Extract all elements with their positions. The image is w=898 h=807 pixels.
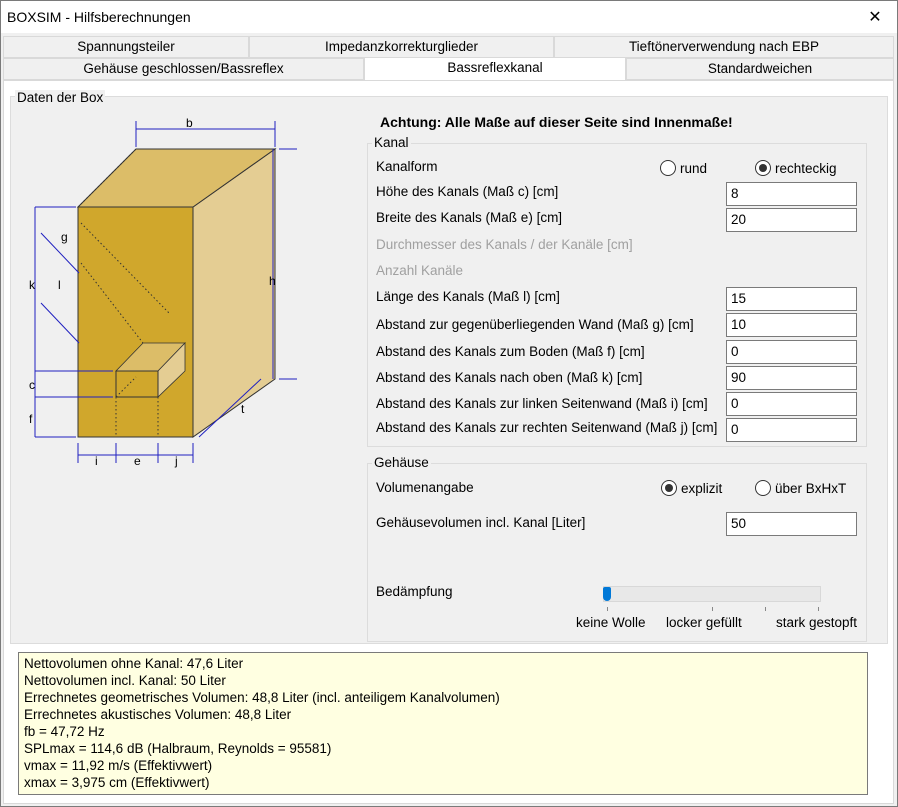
abstand-g-input[interactable]: 10 [726,313,857,337]
breite-input[interactable]: 20 [726,208,857,232]
port-opening [115,370,159,398]
abstand-k-input[interactable]: 90 [726,366,857,390]
dim-label-c: c [29,378,35,392]
dim-label-j: j [174,454,178,468]
result-line: Errechnetes akustisches Volumen: 48,8 Li… [24,707,292,722]
scale-high-label: stark gestopft [776,615,858,630]
result-line: Nettovolumen incl. Kanal: 50 Liter [24,673,226,688]
result-line: SPLmax = 114,6 dB (Halbraum, Reynolds = … [24,741,332,756]
tab-impedanzkorrekturglieder[interactable]: Impedanzkorrekturglieder [249,36,554,58]
result-line: xmax = 3,975 cm (Effektivwert) [24,775,210,790]
kanalform-label: Kanalform [376,159,438,174]
dim-label-h: h [269,274,276,288]
radio-rund[interactable]: rund [660,160,707,176]
slider-tick [607,607,608,611]
radio-rechteckig-label: rechteckig [775,160,837,176]
slider-tick [765,607,766,611]
radio-explizit[interactable]: explizit [661,480,722,496]
abstand-f-input[interactable]: 0 [726,340,857,364]
abstand-j-input[interactable]: 0 [726,418,857,442]
gehaeuse-group-label: Gehäuse [372,455,431,470]
slider-tick [712,607,713,611]
dim-label-k: k [29,278,36,292]
dialog-window: BOXSIM - Hilfsberechnungen ✕ Spannungste… [0,0,898,807]
radio-rund-label: rund [680,160,708,176]
slider-tick [818,607,819,611]
warning-text: Achtung: Alle Maße auf dieser Seite sind… [380,114,733,130]
radio-rechteckig[interactable]: rechteckig [755,160,837,176]
dim-label-g: g [61,230,68,244]
laenge-label: Länge des Kanals (Maß l) [cm] [376,289,560,304]
abstand-j-label: Abstand des Kanals zur rechten Seitenwan… [376,420,718,435]
daempfung-label: Bedämpfung [376,584,453,599]
gehaeusevolumen-input[interactable]: 50 [726,512,857,536]
box-diagram: b h t g k l c f i e j [29,116,297,468]
dim-label-t: t [241,402,245,416]
dim-label-i: i [95,454,98,468]
breite-label: Breite des Kanals (Maß e) [cm] [376,210,563,225]
tab-row-2: Gehäuse geschlossen/Bassreflex Bassrefle… [3,57,894,81]
hoehe-input[interactable]: 8 [726,182,857,206]
result-line: Nettovolumen ohne Kanal: 47,6 Liter [24,656,244,671]
scale-mid-label: locker gefüllt [666,615,742,630]
radio-rechteckig-circle [755,160,771,176]
radio-explizit-circle [661,480,677,496]
dim-label-b: b [186,116,193,130]
scale-low-label: keine Wolle [576,615,646,630]
tab-standardweichen[interactable]: Standardweichen [626,58,894,80]
abstand-i-label: Abstand des Kanals zur linken Seitenwand… [376,396,708,411]
abstand-i-input[interactable]: 0 [726,392,857,416]
close-icon: ✕ [868,9,882,26]
tab-tieftoenerverwendung[interactable]: Tieftönerverwendung nach EBP [554,36,894,58]
radio-explizit-label: explizit [681,480,723,496]
daempfung-slider-thumb[interactable] [603,587,611,601]
box-data-label: Daten der Box [15,90,106,105]
daempfung-slider-track[interactable] [603,586,821,602]
title-bar: BOXSIM - Hilfsberechnungen ✕ [1,1,897,33]
dim-label-f: f [29,412,33,426]
abstand-k-label: Abstand des Kanals nach oben (Maß k) [cm… [376,370,643,385]
tab-gehaeuse[interactable]: Gehäuse geschlossen/Bassreflex [3,58,364,80]
dim-label-l: l [58,278,61,292]
result-line: fb = 47,72 Hz [24,724,105,739]
tab-row-1: Spannungsteiler Impedanzkorrekturglieder… [3,36,894,58]
result-line: vmax = 11,92 m/s (Effektivwert) [24,758,213,773]
dim-label-e: e [134,454,141,468]
radio-bxhxt-circle [755,480,771,496]
close-button[interactable]: ✕ [853,1,897,33]
results-box: Nettovolumen ohne Kanal: 47,6 Liter Nett… [18,652,868,795]
result-line: Errechnetes geometrisches Volumen: 48,8 … [24,690,500,705]
abstand-f-label: Abstand des Kanals zum Boden (Maß f) [cm… [376,344,645,359]
volumenangabe-label: Volumenangabe [376,480,474,495]
abstand-g-label: Abstand zur gegenüberliegenden Wand (Maß… [376,317,694,332]
durchmesser-label: Durchmesser des Kanals / der Kanäle [cm] [376,237,633,252]
laenge-input[interactable]: 15 [726,287,857,311]
radio-bxhxt-label: über BxHxT [775,480,847,496]
radio-bxhxt[interactable]: über BxHxT [755,480,846,496]
kanal-group-label: Kanal [372,135,411,150]
anzahl-label: Anzahl Kanäle [376,263,464,278]
tab-bassreflexkanal[interactable]: Bassreflexkanal [364,57,626,81]
radio-rund-circle [660,160,676,176]
window-title: BOXSIM - Hilfsberechnungen [7,9,191,25]
hoehe-label: Höhe des Kanals (Maß c) [cm] [376,184,559,199]
tab-spannungsteiler[interactable]: Spannungsteiler [3,36,249,58]
gehaeusevolumen-label: Gehäusevolumen incl. Kanal [Liter] [376,515,586,530]
box-front-face [77,206,194,438]
